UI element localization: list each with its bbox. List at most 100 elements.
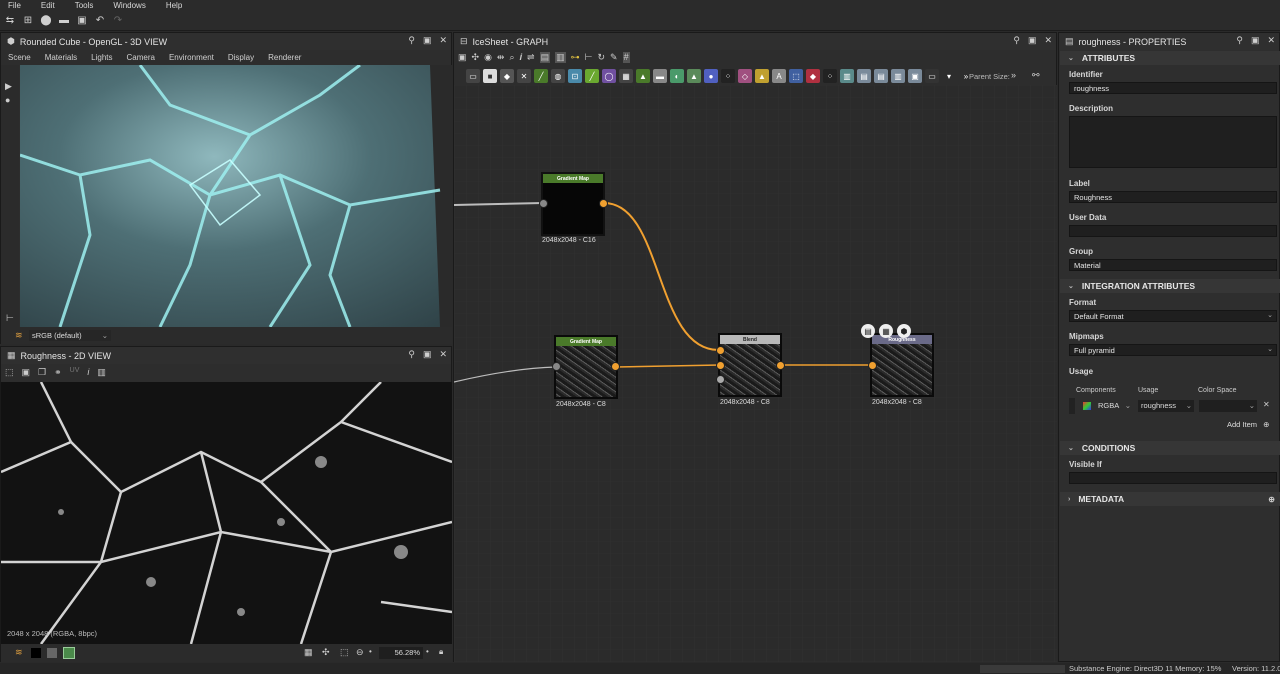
view3d-menu-scene[interactable]: Scene <box>8 53 31 62</box>
pin-icon[interactable]: ⚲ <box>408 349 415 360</box>
node-transform-icon[interactable]: ⊡ <box>568 69 582 83</box>
node-gradient-icon[interactable]: ╱ <box>534 69 548 83</box>
info-icon[interactable]: i <box>87 367 89 378</box>
view3d-menu-environment[interactable]: Environment <box>169 53 214 62</box>
viewport-2d[interactable] <box>1 382 452 644</box>
node-comment-icon[interactable]: ▣ <box>908 69 922 83</box>
maximize-icon[interactable]: ▣ <box>423 35 432 46</box>
input-port[interactable] <box>539 199 548 208</box>
input-port-background[interactable] <box>716 361 725 370</box>
menu-windows[interactable]: Windows <box>113 1 145 10</box>
layout-icon[interactable]: ▥ <box>555 52 566 63</box>
save-icon[interactable]: ▣ <box>76 15 88 27</box>
node-font-icon[interactable]: ▥ <box>891 69 905 83</box>
histogram-icon[interactable]: ▥ <box>97 367 106 378</box>
maximize-icon[interactable]: ▣ <box>1251 35 1260 46</box>
node-value-icon[interactable]: ⁘ <box>823 69 837 83</box>
node-warp-icon[interactable]: ◯ <box>602 69 616 83</box>
remove-item-icon[interactable]: ✕ <box>1263 400 1270 409</box>
sidebar-toggle-icon[interactable]: ⊢ <box>6 313 14 324</box>
view3d-menu-camera[interactable]: Camera <box>127 53 155 62</box>
node-noise-icon[interactable]: ⁘ <box>721 69 735 83</box>
pin-icon[interactable]: ⚲ <box>1236 35 1243 46</box>
colorspace-select[interactable]: ⌄ <box>1199 400 1257 412</box>
components-select[interactable]: RGBA ⌄ <box>1095 400 1133 412</box>
view3d-menu-display[interactable]: Display <box>228 53 254 62</box>
node-bitmap-icon[interactable]: ▭ <box>466 69 480 83</box>
fit-view-icon[interactable]: ⬚ <box>340 647 349 658</box>
open-folder-icon[interactable]: ▬ <box>58 15 70 27</box>
menu-file[interactable]: File <box>8 1 21 10</box>
camera-icon[interactable]: ▶ <box>5 81 12 92</box>
node-split-icon[interactable]: ✕ <box>517 69 531 83</box>
userdata-field[interactable] <box>1069 225 1277 237</box>
menu-help[interactable]: Help <box>166 1 182 10</box>
add-metadata-icon[interactable]: ⊕ <box>1268 495 1275 504</box>
grid-icon[interactable]: ▦ <box>304 647 313 658</box>
node-levels-icon[interactable]: ▲ <box>636 69 650 83</box>
drag-handle[interactable] <box>1069 398 1075 414</box>
node-hsl-icon[interactable]: ◐ <box>670 69 684 83</box>
node-blend-icon[interactable]: ▬ <box>653 69 667 83</box>
output-port[interactable] <box>611 362 620 371</box>
menu-edit[interactable]: Edit <box>41 1 55 10</box>
format-select[interactable]: Default Format ⌄ <box>1069 310 1277 322</box>
node-gradient-map-1[interactable]: Gradient Map <box>541 172 605 236</box>
community-icon[interactable]: ⬤ <box>40 15 52 27</box>
fit-icon[interactable]: ⇹ <box>497 52 505 63</box>
input-port-foreground[interactable] <box>716 346 725 355</box>
visible-if-field[interactable] <box>1069 472 1277 484</box>
section-metadata[interactable]: › METADATA ⊕ <box>1060 492 1280 506</box>
node-curve-icon[interactable]: ╱ <box>585 69 599 83</box>
toggle-view-icon[interactable]: ⚯ <box>1032 70 1040 81</box>
cycle-icon[interactable]: ↻ <box>597 52 605 63</box>
node-pixel-icon[interactable]: ▤ <box>857 69 871 83</box>
node-fx-icon[interactable]: ▥ <box>840 69 854 83</box>
copy-icon[interactable]: ❐ <box>38 367 46 378</box>
zoom-field[interactable]: 56.28% <box>379 647 423 659</box>
node-frame-icon[interactable]: ▭ <box>925 69 939 83</box>
redo-icon[interactable]: ↷ <box>112 15 124 27</box>
section-attributes[interactable]: ⌄ ATTRIBUTES <box>1060 51 1280 65</box>
comment-bubble-icon[interactable]: ▾ <box>942 69 956 83</box>
search-icon[interactable]: ⌕ <box>509 52 514 63</box>
add-item-button[interactable]: Add Item ⊕ <box>1227 420 1269 429</box>
pin-icon[interactable]: ⚲ <box>1013 35 1020 46</box>
frame-icon[interactable]: ▣ <box>458 52 467 63</box>
viewport-3d[interactable] <box>20 65 452 327</box>
grid-icon[interactable]: # <box>622 52 630 63</box>
key-icon[interactable]: ⊶ <box>571 52 580 63</box>
input-port[interactable] <box>868 361 877 370</box>
move-icon[interactable]: ✣ <box>472 52 480 63</box>
output-port[interactable] <box>776 361 785 370</box>
view-checker-icon[interactable]: ▦ <box>879 324 893 338</box>
pin-icon[interactable]: ⚲ <box>408 35 415 46</box>
layers-icon[interactable]: ≋ <box>15 330 23 341</box>
node-color-icon[interactable]: ● <box>704 69 718 83</box>
colorspace-select[interactable]: sRGB (default) ⌄ <box>29 330 111 341</box>
branch-icon[interactable]: ⊢ <box>585 52 593 63</box>
light-icon[interactable]: ● <box>5 95 10 105</box>
close-icon[interactable]: ✕ <box>1267 35 1275 46</box>
save-image-icon[interactable]: ▣ <box>22 367 31 378</box>
node-select-icon[interactable]: ⬚ <box>789 69 803 83</box>
close-icon[interactable]: ✕ <box>1044 35 1052 46</box>
parent-size-more-icon[interactable]: » <box>1011 70 1016 80</box>
node-paint-icon[interactable]: ◍ <box>551 69 565 83</box>
link-icon[interactable]: ⚭ <box>54 367 62 378</box>
close-icon[interactable]: ✕ <box>439 35 447 46</box>
input-port[interactable] <box>552 362 561 371</box>
node-text-icon[interactable]: A <box>772 69 786 83</box>
uv-toggle[interactable]: UV <box>70 367 80 378</box>
maximize-icon[interactable]: ▣ <box>1028 35 1037 46</box>
view-2d-icon[interactable]: ▤ <box>861 324 875 338</box>
camera-icon[interactable]: ◉ <box>484 52 492 63</box>
section-conditions[interactable]: ⌄ CONDITIONS <box>1060 441 1280 455</box>
node-uniform-icon[interactable]: ■ <box>483 69 497 83</box>
fit-icon[interactable]: ⬚ <box>5 367 14 378</box>
label-field[interactable]: Roughness <box>1069 191 1277 203</box>
view3d-menu-materials[interactable]: Materials <box>45 53 77 62</box>
node-mask-icon[interactable]: ▲ <box>755 69 769 83</box>
close-icon[interactable]: ✕ <box>439 349 447 360</box>
usage-select[interactable]: roughness ⌄ <box>1138 400 1194 412</box>
